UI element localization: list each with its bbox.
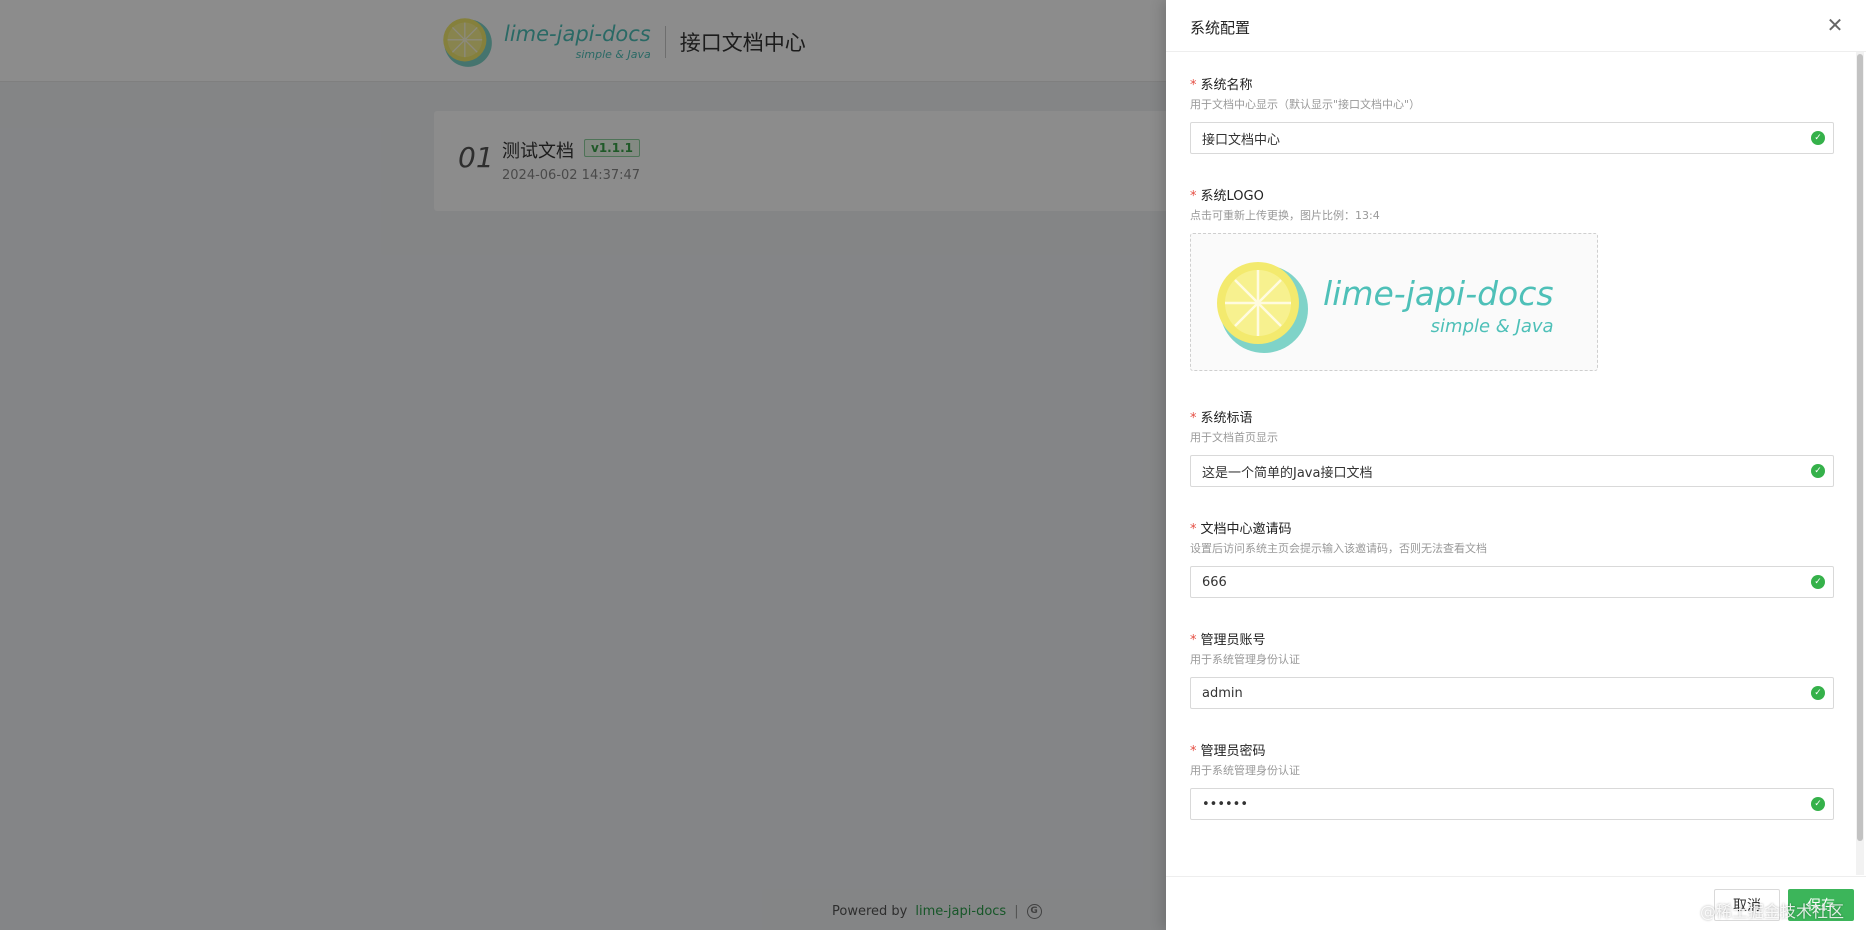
required-mark: *: [1190, 411, 1197, 426]
lemon-logo-icon: [1217, 262, 1308, 353]
drawer-scrollbar[interactable]: [1856, 52, 1864, 875]
logo-subtitle: simple & Java: [1430, 315, 1554, 337]
field-label: * 系统LOGO: [1190, 189, 1264, 204]
watermark: @稀土掘金技术社区: [1700, 902, 1845, 921]
admin-account-input[interactable]: [1190, 677, 1834, 709]
required-mark: *: [1190, 189, 1197, 204]
close-icon[interactable]: ✕: [1824, 14, 1846, 36]
field-hint: 点击可重新上传更换，图片比例：13:4: [1190, 209, 1380, 222]
field-hint: 用于文档中心显示（默认显示"接口文档中心"）: [1190, 98, 1421, 111]
scrollbar-thumb[interactable]: [1857, 54, 1863, 841]
check-circle-icon: ✓: [1811, 575, 1825, 589]
required-mark: *: [1190, 744, 1197, 759]
logo-text: lime-japi-docs simple & Java: [1323, 277, 1554, 336]
field-hint: 用于系统管理身份认证: [1190, 653, 1300, 666]
field-admin-password: *管理员密码 用于系统管理身份认证 ✓: [1190, 740, 1834, 820]
field-label: * 管理员密码: [1190, 744, 1266, 759]
field-hint: 用于系统管理身份认证: [1190, 764, 1300, 777]
field-invite-code: *文档中心邀请码 设置后访问系统主页会提示输入该邀请码，否则无法查看文档 ✓: [1190, 518, 1834, 598]
check-circle-icon: ✓: [1811, 797, 1825, 811]
system-config-drawer: 系统配置 ✕ *系统名称 用于文档中心显示（默认显示"接口文档中心"） ✓ *系…: [1166, 0, 1866, 930]
admin-password-input[interactable]: [1190, 788, 1834, 820]
check-circle-icon: ✓: [1811, 464, 1825, 478]
drawer-header: 系统配置 ✕: [1166, 0, 1866, 52]
field-label: * 管理员账号: [1190, 633, 1266, 648]
check-circle-icon: ✓: [1811, 686, 1825, 700]
drawer-title: 系统配置: [1190, 19, 1251, 37]
invite-code-input[interactable]: [1190, 566, 1834, 598]
system-name-input[interactable]: [1190, 122, 1834, 154]
field-admin-account: *管理员账号 用于系统管理身份认证 ✓: [1190, 629, 1834, 709]
field-hint: 设置后访问系统主页会提示输入该邀请码，否则无法查看文档: [1190, 542, 1487, 555]
field-label: * 文档中心邀请码: [1190, 522, 1292, 537]
required-mark: *: [1190, 78, 1197, 93]
field-label: * 系统标语: [1190, 411, 1253, 426]
check-circle-icon: ✓: [1811, 131, 1825, 145]
field-hint: 用于文档首页显示: [1190, 431, 1278, 444]
field-system-slogan: *系统标语 用于文档首页显示 ✓: [1190, 407, 1834, 487]
field-system-logo: * 系统LOGO 点击可重新上传更换，图片比例：13:4 lime-japi-do…: [1190, 185, 1834, 371]
logo-name: lime-japi-docs: [1323, 273, 1554, 313]
logo-upload[interactable]: lime-japi-docs simple & Java: [1190, 233, 1598, 371]
field-label: * 系统名称: [1190, 78, 1253, 93]
system-slogan-input[interactable]: [1190, 455, 1834, 487]
required-mark: *: [1190, 522, 1197, 537]
field-system-name: *系统名称 用于文档中心显示（默认显示"接口文档中心"） ✓: [1190, 74, 1834, 154]
required-mark: *: [1190, 633, 1197, 648]
